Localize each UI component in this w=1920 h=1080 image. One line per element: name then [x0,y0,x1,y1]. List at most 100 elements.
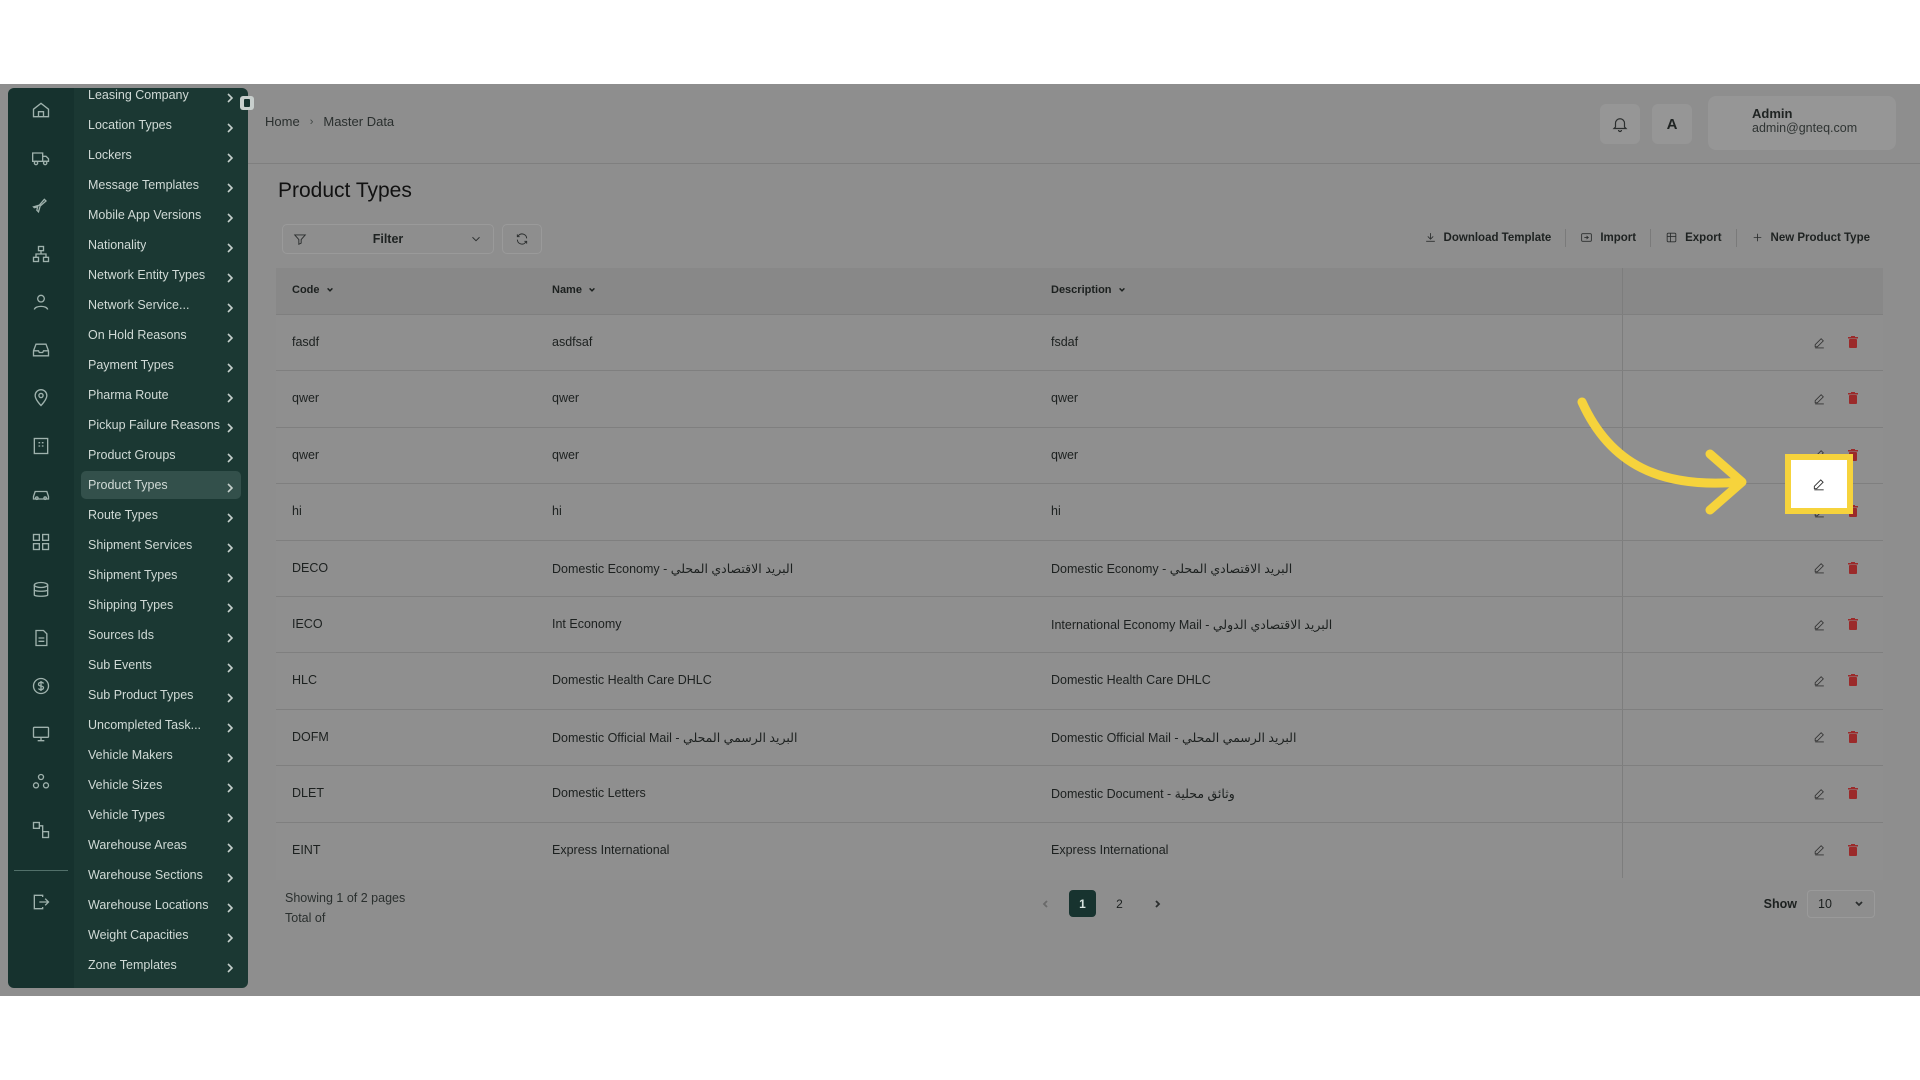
page-size-select[interactable]: 10 [1807,890,1875,918]
edit-button[interactable] [1810,559,1828,577]
delete-button[interactable] [1844,841,1862,859]
submenu-item-uncompleted-task[interactable]: Uncompleted Task... [81,711,241,739]
submenu-item-network-service[interactable]: Network Service... [81,291,241,319]
submenu-item-warehouse-sections[interactable]: Warehouse Sections [81,861,241,889]
refresh-button[interactable] [502,224,542,254]
rail-grid-button[interactable] [8,522,74,562]
submenu-item-on-hold-reasons[interactable]: On Hold Reasons [81,321,241,349]
submenu-item-product-types[interactable]: Product Types [81,471,241,499]
chevron-right-icon [225,240,235,253]
submenu-item-label: Lockers [88,148,132,162]
delete-button[interactable] [1844,671,1862,689]
submenu-item-lockers[interactable]: Lockers [81,141,241,169]
rail-network-button[interactable] [8,234,74,274]
rail-location-button[interactable] [8,378,74,418]
submenu-item-label: Location Types [88,118,172,132]
edit-button[interactable] [1810,841,1828,859]
delete-button[interactable] [1844,333,1862,351]
cell-code: DLET [292,786,324,801]
submenu-item-pickup-failure-reasons[interactable]: Pickup Failure Reasons [81,411,241,439]
submenu-item-zone-templates[interactable]: Zone Templates [81,951,241,979]
breadcrumb-master-data[interactable]: Master Data [323,114,394,129]
rail-divider [14,870,68,871]
filter-dropdown[interactable]: Filter [282,224,494,254]
cell-code: DOFM [292,729,329,744]
collapse-sidebar-button[interactable] [240,96,254,110]
edit-button[interactable] [1810,333,1828,351]
cell-name: Domestic Official Mail - البريد الرسمي ا… [552,730,798,745]
submenu-item-label: Network Entity Types [88,268,206,282]
delete-button[interactable] [1844,784,1862,802]
submenu-item-sources-ids[interactable]: Sources Ids [81,621,241,649]
rail-report-button[interactable] [8,618,74,658]
column-header-name[interactable]: Name [552,284,596,296]
submenu-item-pharma-route[interactable]: Pharma Route [81,381,241,409]
submenu-item-product-groups[interactable]: Product Groups [81,441,241,469]
highlighted-edit-button[interactable] [1785,454,1853,514]
rail-inbox-button[interactable] [8,330,74,370]
rail-monitor-button[interactable] [8,714,74,754]
rail-logout-button[interactable] [8,882,74,922]
database-icon [33,581,49,597]
column-header-description[interactable]: Description [1051,284,1126,296]
rail-flow-button[interactable] [8,810,74,850]
edit-button[interactable] [1810,671,1828,689]
table-row: IECO Int Economy International Economy Mai… [276,596,1883,652]
breadcrumb-home[interactable]: Home [265,114,300,129]
submenu-item-message-templates[interactable]: Message Templates [81,171,241,199]
notifications-button[interactable] [1600,104,1640,144]
user-menu[interactable]: Admin admin@gnteq.com [1708,96,1896,150]
submenu-item-shipment-types[interactable]: Shipment Types [81,561,241,589]
delete-button[interactable] [1844,389,1862,407]
rail-building-button[interactable] [8,426,74,466]
trash-icon [1848,674,1858,687]
next-page-button[interactable] [1143,890,1170,917]
rail-dollar-button[interactable] [8,666,74,706]
rail-home-button[interactable] [8,90,74,130]
edit-button[interactable] [1810,728,1828,746]
submenu-item-mobile-app-versions[interactable]: Mobile App Versions [81,201,241,229]
edit-button[interactable] [1810,389,1828,407]
edit-button[interactable] [1810,615,1828,633]
import-button[interactable]: Import [1576,228,1640,247]
submenu-item-location-types[interactable]: Location Types [81,111,241,139]
divider [1565,228,1567,247]
submenu-item-vehicle-makers[interactable]: Vehicle Makers [81,741,241,769]
submenu-item-route-types[interactable]: Route Types [81,501,241,529]
submenu-item-warehouse-locations[interactable]: Warehouse Locations [81,891,241,919]
submenu-item-sub-events[interactable]: Sub Events [81,651,241,679]
submenu-item-shipment-services[interactable]: Shipment Services [81,531,241,559]
submenu-item-payment-types[interactable]: Payment Types [81,351,241,379]
delete-button[interactable] [1844,728,1862,746]
page-2-button[interactable]: 2 [1106,890,1133,917]
rail-cluster-button[interactable] [8,762,74,802]
page-1-button[interactable]: 1 [1069,890,1096,917]
export-button[interactable]: Export [1661,228,1725,247]
rail-database-button[interactable] [8,570,74,610]
submenu-item-network-entity-types[interactable]: Network Entity Types [81,261,241,289]
delete-button[interactable] [1844,559,1862,577]
table-row: DLET Domestic Letters Domestic Document - … [276,765,1883,821]
chevron-down-icon [1855,901,1863,907]
submenu-item-vehicle-sizes[interactable]: Vehicle Sizes [81,771,241,799]
cell-code: qwer [292,391,320,406]
rail-user-button[interactable] [8,282,74,322]
submenu-item-shipping-types[interactable]: Shipping Types [81,591,241,619]
new-product-type-button[interactable]: New Product Type [1747,228,1874,247]
submenu-item-nationality[interactable]: Nationality [81,231,241,259]
submenu-item-weight-capacities[interactable]: Weight Capacities [81,921,241,949]
submenu-item-sub-product-types[interactable]: Sub Product Types [81,681,241,709]
chevron-right-icon [225,120,235,133]
submenu-item-warehouse-areas[interactable]: Warehouse Areas [81,831,241,859]
delete-button[interactable] [1844,615,1862,633]
language-button[interactable]: A [1652,104,1692,144]
rail-car-button[interactable] [8,474,74,514]
download-template-button[interactable]: Download Template [1420,228,1556,247]
submenu-item-leasing-company[interactable]: Leasing Company [81,88,241,109]
submenu-item-vehicle-types[interactable]: Vehicle Types [81,801,241,829]
prev-page-button[interactable] [1032,890,1059,917]
rail-plane-button[interactable] [8,186,74,226]
column-header-code[interactable]: Code [292,284,334,296]
edit-button[interactable] [1810,784,1828,802]
rail-truck-button[interactable] [8,138,74,178]
